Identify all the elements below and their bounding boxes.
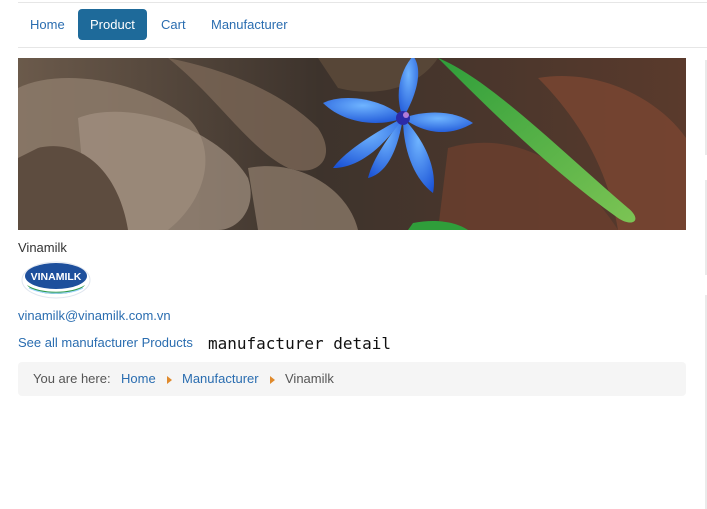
breadcrumb-lead: You are here: [33, 371, 111, 386]
banner-image [18, 58, 686, 230]
see-all-products-link[interactable]: See all manufacturer Products [18, 335, 193, 350]
caret-right-icon [167, 376, 172, 384]
breadcrumb: You are here: Home Manufacturer Vinamilk [18, 362, 686, 396]
manufacturer-name: Vinamilk [18, 240, 67, 255]
nav-product[interactable]: Product [78, 9, 147, 40]
nav-manufacturer[interactable]: Manufacturer [199, 9, 300, 40]
caret-right-icon [270, 376, 275, 384]
breadcrumb-home[interactable]: Home [121, 362, 156, 396]
manufacturer-email-link[interactable]: vinamilk@vinamilk.com.vn [18, 308, 171, 323]
main-nav: Home Product Cart Manufacturer [18, 9, 707, 40]
svg-text:VINAMILK: VINAMILK [31, 271, 82, 283]
top-divider [18, 2, 707, 3]
manufacturer-detail-heading: manufacturer detail [208, 334, 392, 353]
breadcrumb-current: Vinamilk [285, 371, 334, 386]
manufacturer-logo: VINAMILK [21, 261, 91, 299]
breadcrumb-manufacturer[interactable]: Manufacturer [182, 362, 259, 396]
nav-divider [18, 47, 707, 48]
nav-home[interactable]: Home [18, 9, 77, 40]
nav-cart[interactable]: Cart [149, 9, 198, 40]
